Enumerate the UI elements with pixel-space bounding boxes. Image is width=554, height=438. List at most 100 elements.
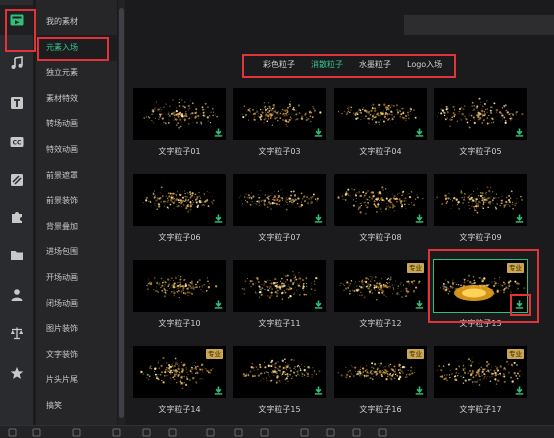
rail-button-media-library[interactable] <box>0 5 33 35</box>
effect-card[interactable]: 专业 文字粒子17 <box>434 346 527 415</box>
menu-item[interactable]: 转场动画 <box>36 111 117 137</box>
top-search-box[interactable] <box>404 15 554 35</box>
rail-button-star[interactable] <box>0 358 33 388</box>
menu-item[interactable]: 片头片尾 <box>36 367 117 393</box>
effect-thumbnail[interactable]: 专业 <box>334 260 427 312</box>
download-icon[interactable] <box>214 300 223 309</box>
effect-thumbnail[interactable] <box>233 88 326 140</box>
film-icon[interactable] <box>168 428 177 437</box>
redo-icon[interactable] <box>32 428 41 437</box>
menu-item[interactable]: 闭场动画 <box>36 291 117 317</box>
menu-item[interactable]: 元素入场 <box>36 34 117 61</box>
undo-icon[interactable] <box>8 428 17 437</box>
effect-card[interactable]: 文字粒子01 <box>133 88 226 157</box>
cut-icon[interactable] <box>300 428 309 437</box>
rail-button-music-note[interactable] <box>0 48 33 78</box>
download-icon[interactable] <box>515 386 524 395</box>
effect-card[interactable]: 专业 文字粒子13 <box>433 259 528 329</box>
effect-card[interactable]: 专业 文字粒子16 <box>334 346 427 415</box>
effect-thumbnail[interactable] <box>133 260 226 312</box>
effect-card[interactable]: 文字粒子07 <box>233 174 326 243</box>
rail-button-folder[interactable] <box>0 240 33 270</box>
download-icon[interactable] <box>515 214 524 223</box>
download-icon[interactable] <box>314 386 323 395</box>
effect-thumbnail[interactable]: 专业 <box>334 346 427 398</box>
particle-effect-preview <box>142 186 215 213</box>
effect-card[interactable]: 专业 文字粒子14 <box>133 346 226 415</box>
menu-item[interactable]: 前景遮罩 <box>36 163 117 189</box>
menu-scrollbar[interactable] <box>118 0 125 425</box>
download-icon[interactable] <box>415 300 424 309</box>
menu-item[interactable]: 开场动画 <box>36 265 117 291</box>
svg-text:CC: CC <box>12 140 21 147</box>
effect-card[interactable]: 文字粒子15 <box>233 346 326 415</box>
subcategory-tab[interactable]: Logo入场 <box>399 57 450 73</box>
rail-button-puzzle[interactable] <box>0 202 33 232</box>
effect-thumbnail[interactable] <box>334 88 427 140</box>
rail-button-person[interactable] <box>0 280 33 310</box>
copy-icon[interactable] <box>206 428 215 437</box>
pro-badge: 专业 <box>407 263 424 273</box>
effect-thumbnail[interactable] <box>133 88 226 140</box>
menu-item[interactable]: 我的素材 <box>36 9 117 35</box>
subcategory-tab[interactable]: 消散粒子 <box>303 57 351 73</box>
download-icon[interactable] <box>415 386 424 395</box>
effect-card[interactable]: 文字粒子05 <box>434 88 527 157</box>
split-icon[interactable] <box>112 428 121 437</box>
effect-card[interactable]: 文字粒子03 <box>233 88 326 157</box>
effect-thumbnail[interactable] <box>434 88 527 140</box>
effect-label: 文字粒子07 <box>258 233 301 242</box>
magnifier-icon[interactable] <box>72 428 81 437</box>
effect-thumbnail[interactable] <box>233 260 326 312</box>
effect-card[interactable]: 文字粒子06 <box>133 174 226 243</box>
menu-item[interactable]: 搞笑 <box>36 393 117 419</box>
layers-icon[interactable] <box>378 428 387 437</box>
effect-card[interactable]: 文字粒子08 <box>334 174 427 243</box>
rail-button-subtitle-cc[interactable]: CC <box>0 127 33 157</box>
effect-thumbnail[interactable] <box>133 174 226 226</box>
menu-scrollbar-thumb[interactable] <box>119 8 124 418</box>
menu-item[interactable]: 进场包围 <box>36 239 117 265</box>
download-icon[interactable] <box>415 214 424 223</box>
effect-card[interactable]: 文字粒子10 <box>133 260 226 329</box>
effect-thumbnail[interactable] <box>233 346 326 398</box>
download-icon[interactable] <box>314 214 323 223</box>
menu-item[interactable]: 文字装饰 <box>36 342 117 368</box>
download-icon[interactable] <box>214 214 223 223</box>
download-icon[interactable] <box>314 128 323 137</box>
download-icon[interactable] <box>214 128 223 137</box>
download-icon[interactable] <box>214 386 223 395</box>
menu-item[interactable]: 图片装饰 <box>36 316 117 342</box>
particle-effect-preview <box>242 358 321 385</box>
download-icon[interactable] <box>515 300 524 309</box>
effect-thumbnail[interactable] <box>334 174 427 226</box>
crop-icon[interactable] <box>142 428 151 437</box>
effect-card[interactable]: 专业 文字粒子12 <box>334 260 427 329</box>
menu-item[interactable]: 素材特效 <box>36 86 117 112</box>
menu-item[interactable]: 特效动画 <box>36 137 117 163</box>
marker-icon[interactable] <box>326 428 335 437</box>
effect-thumbnail[interactable]: 专业 <box>133 346 226 398</box>
subcategory-tab[interactable]: 水墨粒子 <box>351 57 399 73</box>
subcategory-tab[interactable]: 彩色粒子 <box>255 57 303 73</box>
download-icon[interactable] <box>415 128 424 137</box>
rail-button-balance-scale[interactable] <box>0 318 33 348</box>
effect-thumbnail[interactable] <box>434 174 527 226</box>
menu-item[interactable]: 背景叠加 <box>36 214 117 240</box>
download-icon[interactable] <box>314 300 323 309</box>
download-icon[interactable] <box>515 128 524 137</box>
effect-thumbnail[interactable] <box>233 174 326 226</box>
effect-thumbnail[interactable]: 专业 <box>433 259 528 313</box>
effect-label: 文字粒子05 <box>459 147 502 156</box>
effect-card[interactable]: 文字粒子11 <box>233 260 326 329</box>
paste-icon[interactable] <box>234 428 243 437</box>
effect-card[interactable]: 文字粒子04 <box>334 88 427 157</box>
rail-button-filter[interactable] <box>0 165 33 195</box>
menu-item[interactable]: 独立元素 <box>36 60 117 86</box>
menu-item[interactable]: 前景装饰 <box>36 188 117 214</box>
delete-icon[interactable] <box>260 428 269 437</box>
effect-card[interactable]: 文字粒子09 <box>434 174 527 243</box>
effect-thumbnail[interactable]: 专业 <box>434 346 527 398</box>
volume-icon[interactable] <box>352 428 361 437</box>
rail-button-text-t[interactable] <box>0 88 33 118</box>
